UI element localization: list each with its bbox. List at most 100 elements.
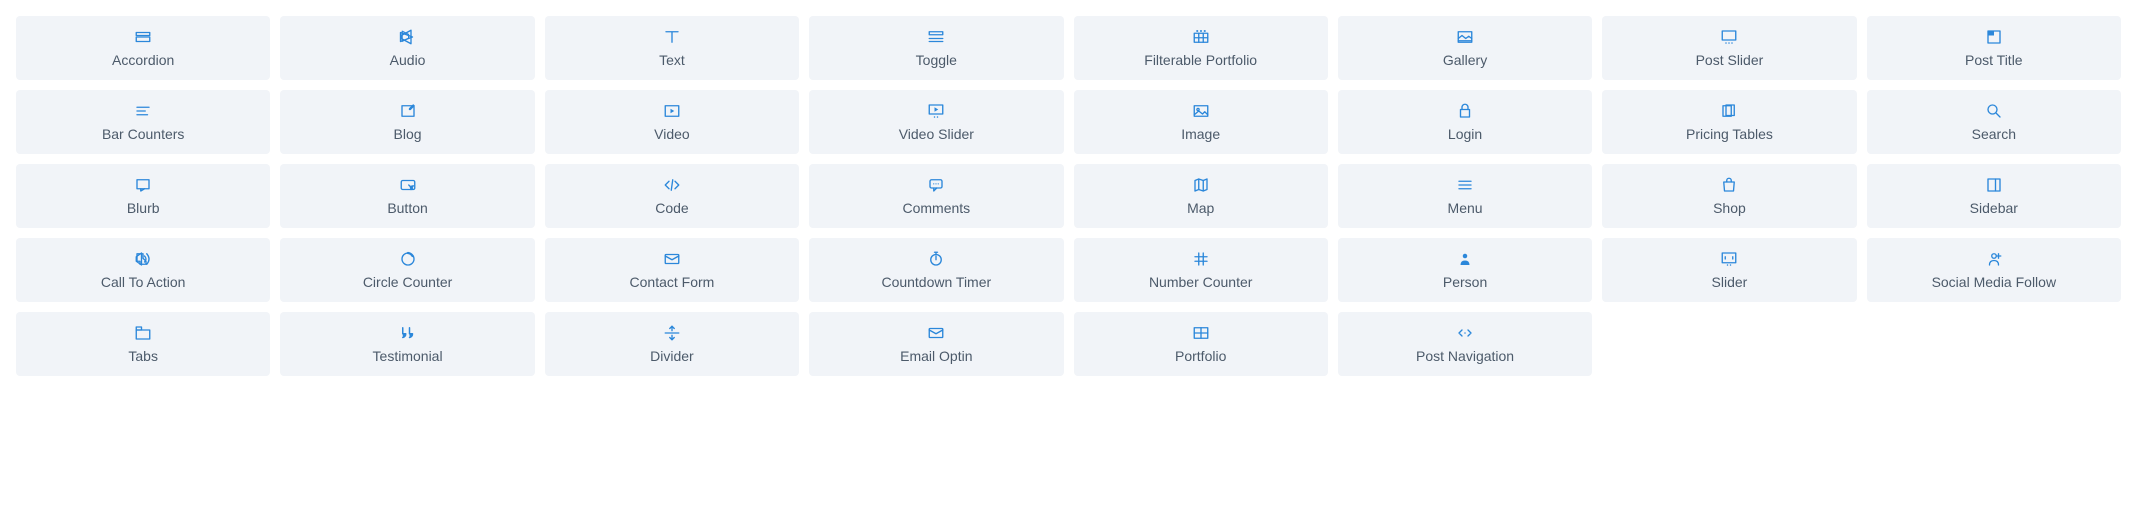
module-card-image[interactable]: Image — [1074, 90, 1328, 154]
module-card-code[interactable]: Code — [545, 164, 799, 228]
module-card-blurb[interactable]: Blurb — [16, 164, 270, 228]
map-icon — [1192, 176, 1210, 194]
module-card-search[interactable]: Search — [1867, 90, 2121, 154]
module-card-person[interactable]: Person — [1338, 238, 1592, 302]
module-card-login[interactable]: Login — [1338, 90, 1592, 154]
module-card-social-media-follow[interactable]: Social Media Follow — [1867, 238, 2121, 302]
module-card-post-slider[interactable]: Post Slider — [1602, 16, 1856, 80]
module-label: Login — [1448, 126, 1482, 143]
module-label: Bar Counters — [102, 126, 184, 143]
module-card-call-to-action[interactable]: Call To Action — [16, 238, 270, 302]
module-card-post-title[interactable]: Post Title — [1867, 16, 2121, 80]
module-label: Video — [654, 126, 690, 143]
email-optin-icon — [927, 324, 945, 342]
post-navigation-icon — [1456, 324, 1474, 342]
module-label: Code — [655, 200, 688, 217]
module-label: Map — [1187, 200, 1214, 217]
bar-counters-icon — [134, 102, 152, 120]
module-label: Contact Form — [630, 274, 715, 291]
module-label: Image — [1181, 126, 1220, 143]
module-label: Gallery — [1443, 52, 1487, 69]
person-icon — [1456, 250, 1474, 268]
module-label: Tabs — [128, 348, 158, 365]
social-media-follow-icon — [1985, 250, 2003, 268]
module-card-text[interactable]: Text — [545, 16, 799, 80]
module-label: Sidebar — [1970, 200, 2018, 217]
module-card-email-optin[interactable]: Email Optin — [809, 312, 1063, 376]
module-card-accordion[interactable]: Accordion — [16, 16, 270, 80]
module-card-number-counter[interactable]: Number Counter — [1074, 238, 1328, 302]
video-slider-icon — [927, 102, 945, 120]
module-card-bar-counters[interactable]: Bar Counters — [16, 90, 270, 154]
video-icon — [663, 102, 681, 120]
pricing-tables-icon — [1720, 102, 1738, 120]
module-card-map[interactable]: Map — [1074, 164, 1328, 228]
module-label: Filterable Portfolio — [1144, 52, 1257, 69]
module-label: Social Media Follow — [1932, 274, 2057, 291]
module-card-video-slider[interactable]: Video Slider — [809, 90, 1063, 154]
shop-icon — [1720, 176, 1738, 194]
module-card-tabs[interactable]: Tabs — [16, 312, 270, 376]
module-label: Accordion — [112, 52, 174, 69]
module-card-sidebar[interactable]: Sidebar — [1867, 164, 2121, 228]
module-label: Portfolio — [1175, 348, 1226, 365]
module-card-portfolio[interactable]: Portfolio — [1074, 312, 1328, 376]
module-label: Toggle — [916, 52, 957, 69]
module-card-contact-form[interactable]: Contact Form — [545, 238, 799, 302]
module-label: Slider — [1712, 274, 1748, 291]
module-label: Menu — [1448, 200, 1483, 217]
call-to-action-icon — [134, 250, 152, 268]
module-card-divider[interactable]: Divider — [545, 312, 799, 376]
module-card-blog[interactable]: Blog — [280, 90, 534, 154]
module-label: Comments — [902, 200, 970, 217]
module-card-shop[interactable]: Shop — [1602, 164, 1856, 228]
contact-form-icon — [663, 250, 681, 268]
divider-icon — [663, 324, 681, 342]
module-card-comments[interactable]: Comments — [809, 164, 1063, 228]
image-icon — [1192, 102, 1210, 120]
testimonial-icon — [399, 324, 417, 342]
module-label: Post Slider — [1696, 52, 1764, 69]
tabs-icon — [134, 324, 152, 342]
module-label: Person — [1443, 274, 1487, 291]
module-card-circle-counter[interactable]: Circle Counter — [280, 238, 534, 302]
module-card-gallery[interactable]: Gallery — [1338, 16, 1592, 80]
module-label: Search — [1972, 126, 2016, 143]
blurb-icon — [134, 176, 152, 194]
module-label: Audio — [390, 52, 426, 69]
module-card-testimonial[interactable]: Testimonial — [280, 312, 534, 376]
module-label: Shop — [1713, 200, 1746, 217]
module-card-filterable-portfolio[interactable]: Filterable Portfolio — [1074, 16, 1328, 80]
module-card-slider[interactable]: Slider — [1602, 238, 1856, 302]
number-counter-icon — [1192, 250, 1210, 268]
toggle-icon — [927, 28, 945, 46]
portfolio-icon — [1192, 324, 1210, 342]
module-card-countdown-timer[interactable]: Countdown Timer — [809, 238, 1063, 302]
module-label: Email Optin — [900, 348, 972, 365]
module-card-button[interactable]: Button — [280, 164, 534, 228]
filterable-portfolio-icon — [1192, 28, 1210, 46]
modules-grid: Accordion Audio Text Toggle Filterable Portf… — [16, 16, 2121, 376]
module-label: Circle Counter — [363, 274, 452, 291]
gallery-icon — [1456, 28, 1474, 46]
comments-icon — [927, 176, 945, 194]
module-label: Blog — [394, 126, 422, 143]
module-card-video[interactable]: Video — [545, 90, 799, 154]
module-label: Text — [659, 52, 685, 69]
search-icon — [1985, 102, 2003, 120]
login-icon — [1456, 102, 1474, 120]
accordion-icon — [134, 28, 152, 46]
module-card-toggle[interactable]: Toggle — [809, 16, 1063, 80]
button-icon — [399, 176, 417, 194]
module-label: Pricing Tables — [1686, 126, 1773, 143]
text-icon — [663, 28, 681, 46]
module-card-post-navigation[interactable]: Post Navigation — [1338, 312, 1592, 376]
module-label: Post Navigation — [1416, 348, 1514, 365]
module-label: Button — [387, 200, 427, 217]
module-card-menu[interactable]: Menu — [1338, 164, 1592, 228]
module-label: Video Slider — [899, 126, 974, 143]
module-card-pricing-tables[interactable]: Pricing Tables — [1602, 90, 1856, 154]
module-card-audio[interactable]: Audio — [280, 16, 534, 80]
countdown-timer-icon — [927, 250, 945, 268]
module-label: Blurb — [127, 200, 160, 217]
